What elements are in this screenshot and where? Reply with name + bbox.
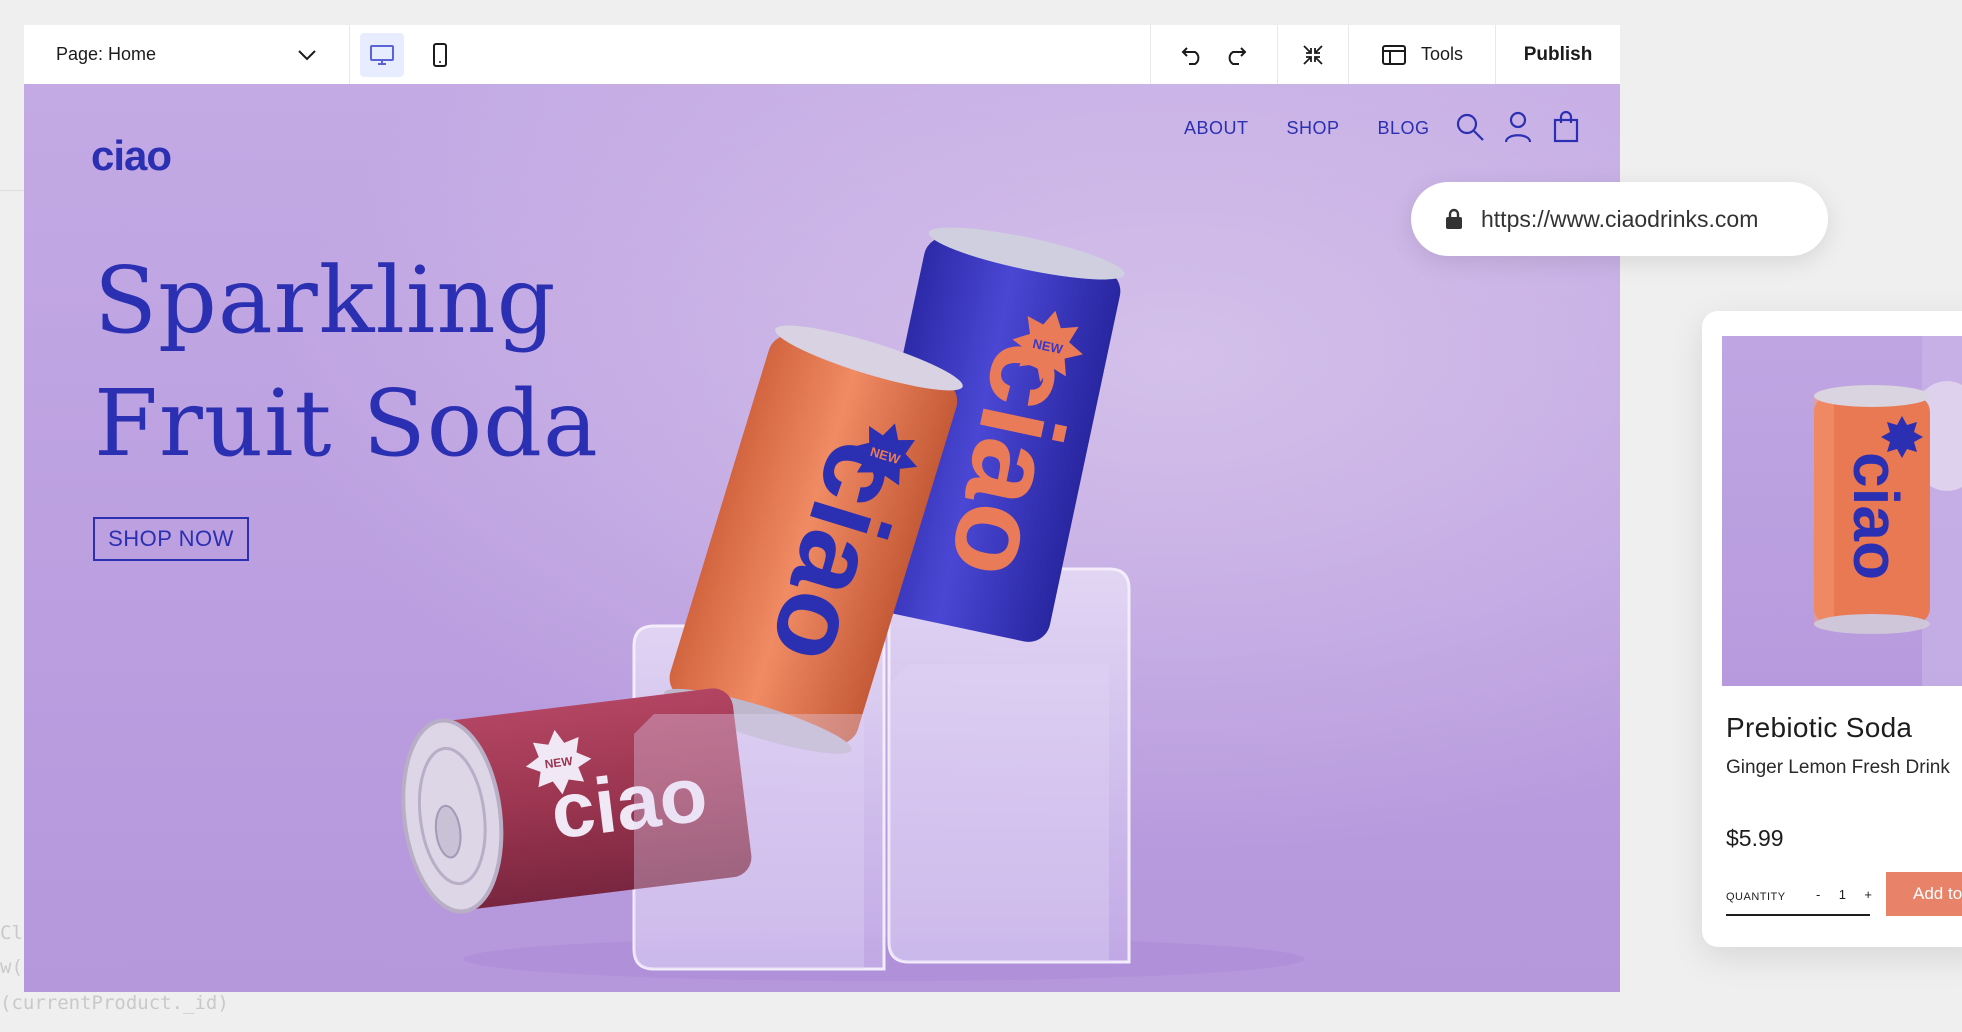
quantity-decrement[interactable]: - bbox=[1816, 887, 1820, 905]
editor-toolbar: Page: Home Tools Publish bbox=[24, 25, 1620, 85]
device-switcher bbox=[350, 25, 472, 84]
site-nav: ABOUT SHOP BLOG bbox=[1184, 118, 1430, 139]
desktop-view-button[interactable] bbox=[360, 32, 404, 77]
site-logo[interactable]: ciao bbox=[91, 132, 172, 180]
account-icon[interactable] bbox=[1502, 110, 1534, 144]
quantity-stepper[interactable]: - 1 + bbox=[1816, 887, 1872, 905]
product-name: Prebiotic Soda bbox=[1726, 712, 1913, 743]
undo-icon[interactable] bbox=[1181, 44, 1205, 66]
shop-now-button[interactable]: SHOP NOW bbox=[93, 517, 249, 561]
collapse-icon bbox=[1303, 44, 1323, 65]
product-image[interactable]: ciao bbox=[1722, 336, 1962, 686]
search-icon[interactable] bbox=[1454, 110, 1486, 144]
mobile-view-button[interactable] bbox=[418, 33, 462, 77]
code-line-3: (currentProduct._id) bbox=[0, 992, 229, 1014]
nav-icons bbox=[1454, 110, 1582, 144]
add-to-cart-button[interactable]: Add to Cart bbox=[1886, 872, 1962, 916]
url-text: https://www.ciaodrinks.com bbox=[1481, 205, 1759, 232]
product-price: $5.99 bbox=[1726, 825, 1784, 851]
tools-button[interactable]: Tools bbox=[1348, 25, 1495, 84]
quantity-label: QUANTITY bbox=[1726, 891, 1786, 903]
quantity-underline bbox=[1726, 914, 1870, 916]
editor-divider bbox=[0, 190, 24, 191]
undo-redo-group bbox=[1150, 25, 1277, 84]
product-subtitle: Ginger Lemon Fresh Drink bbox=[1726, 757, 1950, 778]
zoom-out-button[interactable] bbox=[1277, 25, 1348, 84]
url-bar[interactable]: https://www.ciaodrinks.com bbox=[1411, 182, 1828, 256]
tools-panel-icon bbox=[1381, 44, 1406, 65]
mobile-icon bbox=[433, 42, 447, 67]
lock-icon bbox=[1446, 208, 1462, 229]
quantity-increment[interactable]: + bbox=[1864, 887, 1872, 905]
desktop-icon bbox=[370, 44, 394, 65]
nav-shop[interactable]: SHOP bbox=[1287, 118, 1340, 139]
page-selector[interactable]: Page: Home bbox=[24, 25, 350, 84]
nav-blog[interactable]: BLOG bbox=[1378, 118, 1430, 139]
publish-button[interactable]: Publish bbox=[1495, 25, 1620, 84]
tools-label: Tools bbox=[1420, 44, 1464, 64]
page-selector-label: Page: Home bbox=[56, 44, 157, 64]
redo-icon[interactable] bbox=[1223, 44, 1247, 66]
chevron-down-icon bbox=[298, 49, 316, 60]
quantity-value[interactable]: 1 bbox=[1839, 887, 1846, 905]
product-card: ciao Prebiotic Soda Ginger Lemon Fresh D… bbox=[1702, 311, 1962, 947]
hero-product-image: ciao NEW ciao NEW ciao NEW bbox=[401, 227, 1304, 981]
card-can-logo: ciao bbox=[1840, 452, 1912, 580]
site-canvas: ciao ABOUT SHOP BLOG Sparkling Fruit Sod… bbox=[24, 84, 1620, 992]
cart-bag-icon[interactable] bbox=[1550, 110, 1582, 144]
nav-about[interactable]: ABOUT bbox=[1184, 118, 1249, 139]
